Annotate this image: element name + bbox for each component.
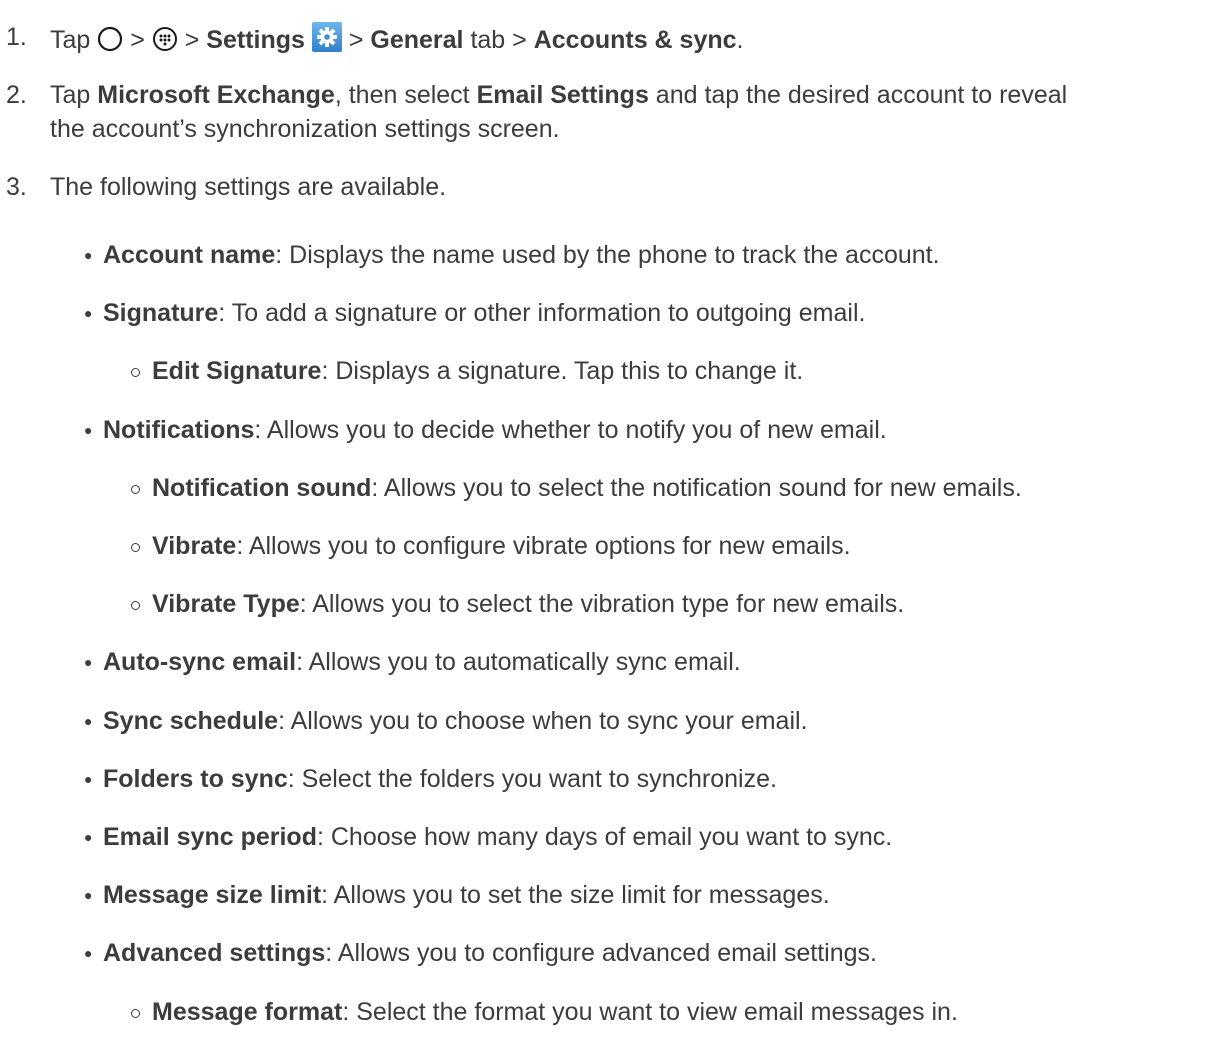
step-1-text: Tap > > Settings > General tab > Account… <box>50 22 744 59</box>
setting-term: Sync schedule <box>103 707 279 735</box>
setting-entry: Advanced settings: Allows you to configu… <box>103 938 877 968</box>
setting-entry: Notification sound: Allows you to select… <box>152 473 1022 503</box>
text-fragment: , then select <box>334 81 477 109</box>
setting-entry: Vibrate: Allows you to configure vibrate… <box>152 531 851 561</box>
step-2-line-1: Tap Microsoft Exchange, then select Emai… <box>50 80 1067 110</box>
setting-term: Advanced settings <box>103 939 326 967</box>
sub-bullet-icon <box>131 601 140 610</box>
separator: > <box>130 26 145 54</box>
setting-entry: Notifications: Allows you to decide whet… <box>103 415 887 445</box>
sub-bullet-icon <box>131 1009 140 1018</box>
setting-term: Email sync period <box>103 823 317 851</box>
bullet-icon: ● <box>84 654 93 670</box>
setting-description: : Allows you to decide whether to notify… <box>254 416 887 444</box>
step-2-line-2: the account’s synchronization settings s… <box>50 115 560 143</box>
setting-description: : Displays a signature. Tap this to chan… <box>321 357 804 385</box>
home-circle-icon <box>97 26 123 59</box>
setting-entry: Folders to sync: Select the folders you … <box>103 764 777 794</box>
sub-bullet-icon <box>131 485 140 494</box>
accounts-sync-term: Accounts & sync <box>533 26 737 54</box>
email-settings-term: Email Settings <box>476 81 649 109</box>
setting-description: : Allows you to select the notification … <box>371 474 1022 502</box>
settings-gear-icon <box>311 22 342 59</box>
step-number: 3. <box>6 173 27 201</box>
setting-description: : Select the format you want to view ema… <box>342 998 958 1026</box>
setting-term: Message size limit <box>103 881 322 909</box>
setting-entry: Auto-sync email: Allows you to automatic… <box>103 647 741 677</box>
setting-description: : To add a signature or other informatio… <box>218 299 866 327</box>
step-3-text: The following settings are available. <box>50 173 447 201</box>
text-fragment: and tap the desired account to reveal <box>648 81 1068 109</box>
setting-term: Signature <box>103 299 219 327</box>
sub-bullet-icon <box>131 543 140 552</box>
setting-description: : Allows you to set the size limit for m… <box>321 881 830 909</box>
apps-grid-icon <box>152 26 178 59</box>
setting-entry: Vibrate Type: Allows you to select the v… <box>152 589 904 619</box>
step-number: 1. <box>6 23 27 51</box>
bullet-icon: ● <box>84 887 93 903</box>
period: . <box>736 26 744 54</box>
setting-description: : Choose how many days of email you want… <box>316 823 893 851</box>
tab-word: tab > <box>463 26 527 54</box>
setting-term: Notification sound <box>152 474 372 502</box>
step-number: 2. <box>6 81 27 109</box>
tap-word: Tap <box>50 26 91 54</box>
setting-description: : Allows you to automatically sync email… <box>296 648 741 676</box>
general-term: General <box>370 26 464 54</box>
setting-entry: Message format: Select the format you wa… <box>152 997 958 1027</box>
setting-entry: Sync schedule: Allows you to choose when… <box>103 706 808 736</box>
setting-term: Folders to sync <box>103 765 288 793</box>
bullet-icon: ● <box>84 713 93 729</box>
separator: > <box>348 26 364 54</box>
text-fragment: Tap <box>50 81 98 109</box>
bullet-icon: ● <box>84 247 93 263</box>
microsoft-exchange-term: Microsoft Exchange <box>97 81 335 109</box>
setting-term: Account name <box>103 241 276 269</box>
setting-description: : Displays the name used by the phone to… <box>275 241 940 269</box>
setting-term: Message format <box>152 998 343 1026</box>
bullet-icon: ● <box>84 829 93 845</box>
setting-term: Auto-sync email <box>103 648 297 676</box>
setting-entry: Account name: Displays the name used by … <box>103 240 940 270</box>
sub-bullet-icon <box>131 368 140 377</box>
setting-description: : Allows you to select the vibration typ… <box>299 590 905 618</box>
setting-entry: Email sync period: Choose how many days … <box>103 822 892 852</box>
setting-term: Notifications <box>103 416 255 444</box>
setting-description: : Select the folders you want to synchro… <box>287 765 777 793</box>
setting-description: : Allows you to configure vibrate option… <box>236 532 851 560</box>
bullet-icon: ● <box>84 305 93 321</box>
setting-entry: Message size limit: Allows you to set th… <box>103 880 830 910</box>
setting-description: : Allows you to configure advanced email… <box>325 939 877 967</box>
separator: > <box>184 26 200 54</box>
setting-entry: Edit Signature: Displays a signature. Ta… <box>152 356 803 386</box>
setting-term: Vibrate <box>152 532 237 560</box>
bullet-icon: ● <box>84 422 93 438</box>
setting-description: : Allows you to choose when to sync your… <box>278 707 808 735</box>
bullet-icon: ● <box>84 771 93 787</box>
setting-entry: Signature: To add a signature or other i… <box>103 298 865 328</box>
settings-term: Settings <box>206 26 305 54</box>
setting-term: Edit Signature <box>152 357 322 385</box>
setting-term: Vibrate Type <box>152 590 300 618</box>
bullet-icon: ● <box>84 945 93 961</box>
